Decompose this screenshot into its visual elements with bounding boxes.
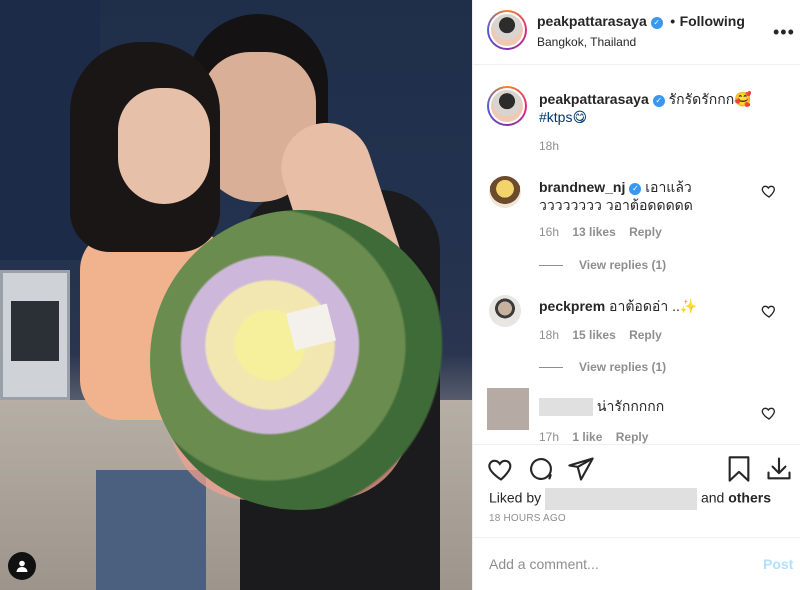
add-comment-row: Post <box>473 537 800 590</box>
comment-likes[interactable]: 15 likes <box>572 328 615 342</box>
comment-time[interactable]: 16h <box>539 225 559 239</box>
send-icon[interactable] <box>567 455 595 483</box>
caption-text: รักรัดรักกก🥰 <box>668 91 752 107</box>
jeans <box>96 470 206 590</box>
verified-icon: ✓ <box>652 95 665 107</box>
comment-heart-icon[interactable] <box>761 405 777 421</box>
redacted-liker <box>545 488 698 510</box>
caption-avatar[interactable] <box>487 86 527 126</box>
location-link[interactable]: Bangkok, Thailand <box>537 35 636 49</box>
liked-by-others-link[interactable]: others <box>728 490 771 506</box>
comment-username[interactable]: peckprem <box>539 298 605 314</box>
comment-avatar[interactable] <box>489 295 521 327</box>
comment-heart-icon[interactable] <box>761 303 777 319</box>
post-timestamp[interactable]: 18 hours ago <box>489 513 566 524</box>
verified-icon: ✓ <box>629 183 642 195</box>
comment-time[interactable]: 18h <box>539 328 559 342</box>
comment-username[interactable]: brandnew_nj <box>539 179 625 195</box>
replies-divider <box>539 367 563 368</box>
comment-text: น่ารักกกกก <box>596 398 665 414</box>
woman-face <box>118 88 210 204</box>
user-tag-icon[interactable] <box>8 552 36 580</box>
heart-icon[interactable] <box>487 455 515 483</box>
author-username[interactable]: peakpattarasaya <box>537 13 647 29</box>
verified-icon: ✓ <box>650 17 663 29</box>
view-replies-button[interactable]: View replies (1) <box>579 360 666 374</box>
comment-icon[interactable] <box>527 455 555 483</box>
caption-username[interactable]: peakpattarasaya <box>539 91 649 107</box>
author-avatar[interactable] <box>487 10 527 50</box>
post-header: peakpattarasaya ✓ • Following Bangkok, Th… <box>473 0 800 65</box>
liked-by-label: Liked by <box>489 489 542 506</box>
post-photo[interactable] <box>0 0 472 590</box>
flower-bouquet <box>150 210 450 510</box>
reply-button[interactable]: Reply <box>629 328 662 342</box>
comment-likes[interactable]: 1 like <box>572 430 602 444</box>
oven <box>0 270 70 400</box>
comments-list[interactable]: peakpattarasaya ✓ รักรัดรักกก🥰 #ktps😋 18h… <box>473 66 800 444</box>
comment-heart-icon[interactable] <box>761 183 777 199</box>
comment-text: อาต้อดอ่า ..✨ <box>609 298 698 314</box>
liked-by-and: and <box>700 489 725 506</box>
add-comment-input[interactable] <box>489 556 729 572</box>
caption-hashtag[interactable]: #ktps😋 <box>539 109 587 125</box>
download-icon[interactable] <box>765 455 793 483</box>
comment-time[interactable]: 17h <box>539 430 559 444</box>
reply-button[interactable]: Reply <box>616 430 649 444</box>
comment-avatar-redacted[interactable] <box>487 388 529 430</box>
bookmark-icon[interactable] <box>725 455 753 483</box>
caption-time[interactable]: 18h <box>539 139 559 153</box>
view-replies-button[interactable]: View replies (1) <box>579 258 666 272</box>
replies-divider <box>539 265 563 266</box>
comment-avatar[interactable] <box>489 176 521 208</box>
separator-dot: • <box>670 13 676 29</box>
redacted-username <box>539 398 593 417</box>
post-sidebar: peakpattarasaya ✓ • Following Bangkok, Th… <box>472 0 800 590</box>
liked-by-row: Liked by and others <box>489 488 771 510</box>
post-comment-button[interactable]: Post <box>763 556 793 572</box>
comment-likes[interactable]: 13 likes <box>572 225 615 239</box>
more-horizontal-icon[interactable]: ••• <box>773 22 795 43</box>
reply-button[interactable]: Reply <box>629 225 662 239</box>
following-button[interactable]: Following <box>680 13 745 29</box>
